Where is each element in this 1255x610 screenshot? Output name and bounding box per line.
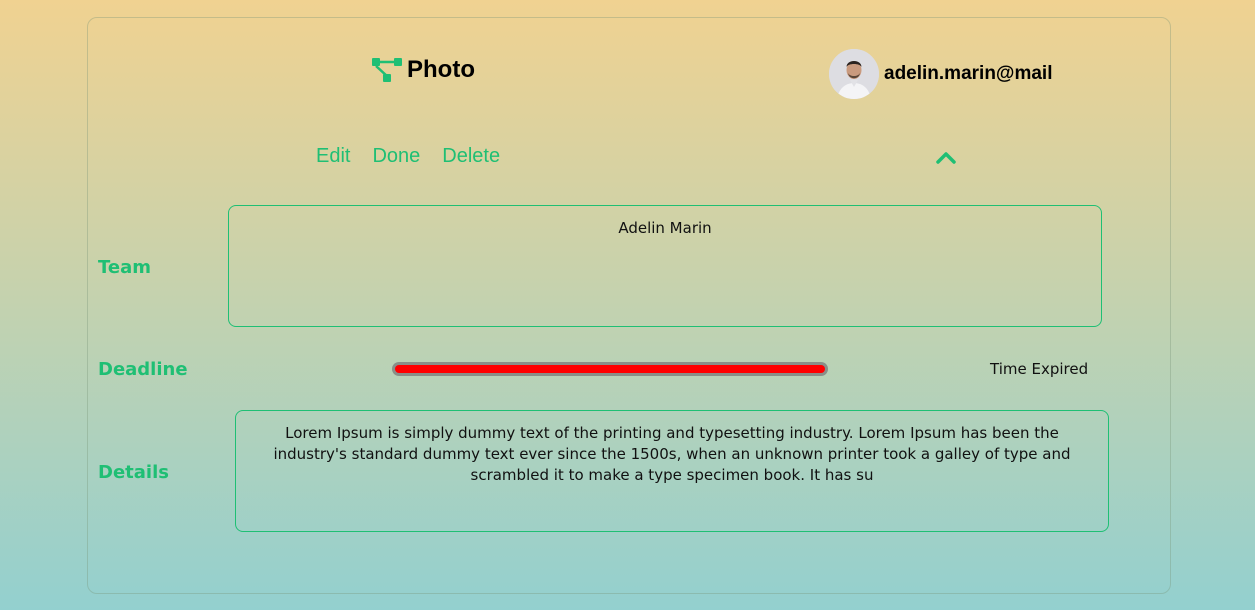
deadline-progress-bar [392, 362, 828, 376]
chevron-up-icon[interactable] [935, 150, 957, 170]
brand[interactable]: Photo [371, 56, 475, 84]
user-email: adelin.marin@mail [884, 63, 1053, 84]
task-actions: Edit Done Delete [316, 145, 500, 168]
team-member: Adelin Marin [618, 219, 712, 237]
done-button[interactable]: Done [372, 145, 420, 168]
deadline-status: Time Expired [990, 360, 1089, 378]
avatar[interactable] [829, 49, 879, 99]
team-field[interactable]: Adelin Marin [228, 205, 1102, 327]
details-label: Details [98, 462, 169, 483]
hierarchy-icon [371, 57, 403, 83]
details-field[interactable]: Lorem Ipsum is simply dummy text of the … [235, 410, 1109, 532]
user-menu[interactable]: adelin.marin@mail [829, 49, 1052, 99]
deadline-label: Deadline [98, 359, 188, 380]
edit-button[interactable]: Edit [316, 145, 350, 168]
delete-button[interactable]: Delete [442, 145, 500, 168]
brand-name: Photo [407, 56, 475, 83]
deadline-progress-fill [395, 365, 825, 373]
details-text: Lorem Ipsum is simply dummy text of the … [273, 424, 1071, 484]
team-label: Team [98, 257, 151, 278]
